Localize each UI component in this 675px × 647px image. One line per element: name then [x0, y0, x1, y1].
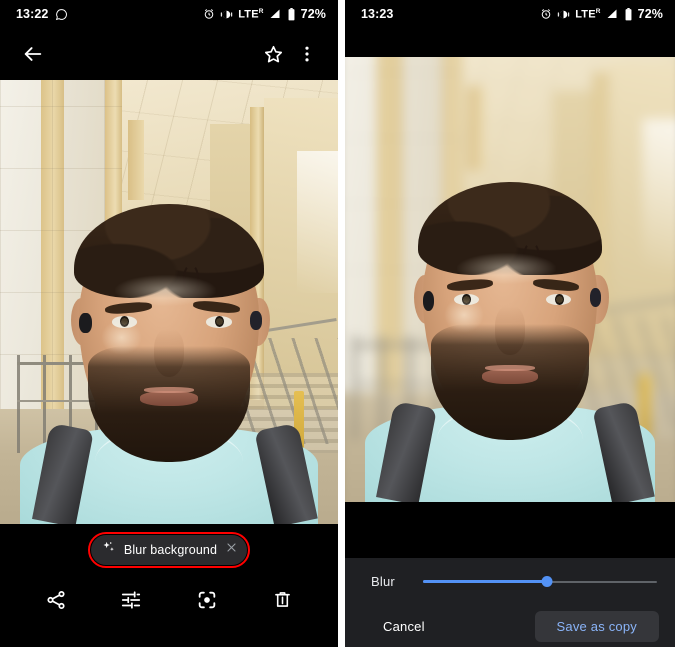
earbud-left — [79, 313, 92, 334]
right-phone-screen: 13:23 LTER 72% Blur Cancel Save as copy — [345, 0, 675, 647]
status-left-group-right: 13:23 — [361, 7, 393, 21]
photo-sharp-background — [0, 80, 338, 524]
status-time: 13:23 — [361, 7, 394, 21]
chip-highlight-outline: Blur background — [87, 532, 251, 568]
tune-sliders-icon[interactable] — [111, 580, 151, 620]
signal-bars-icon — [269, 8, 282, 20]
vibrate-icon — [220, 8, 233, 21]
left-app-bar — [0, 28, 338, 80]
suggestion-chip-row: Blur background — [0, 524, 338, 576]
save-as-copy-button[interactable]: Save as copy — [534, 610, 659, 642]
photo-subject — [345, 57, 675, 502]
alarm-icon — [540, 8, 552, 20]
status-left-group: 13:22 — [16, 7, 68, 21]
blur-slider-label: Blur — [371, 574, 395, 589]
mouth — [140, 390, 198, 406]
close-icon[interactable] — [225, 541, 238, 559]
share-icon[interactable] — [36, 580, 76, 620]
blur-slider-row: Blur — [345, 558, 675, 605]
eye-right — [206, 316, 232, 328]
status-right-group: LTER 72% — [203, 7, 326, 21]
battery-percent: 72% — [637, 7, 663, 21]
earbud-right — [250, 310, 262, 330]
whatsapp-icon — [55, 8, 68, 21]
battery-icon — [624, 7, 633, 21]
trash-icon[interactable] — [262, 580, 302, 620]
right-top-black-gap — [345, 28, 675, 57]
battery-icon — [287, 7, 296, 21]
left-phone-screen: 13:22 LTER 72% Blur background — [0, 0, 338, 647]
blur-editor-panel: Blur Cancel Save as copy — [345, 558, 675, 647]
chip-label: Blur background — [123, 543, 218, 557]
sparkle-icon — [101, 540, 116, 560]
star-outline-icon[interactable] — [256, 37, 290, 71]
left-status-bar: 13:22 LTER 72% — [0, 0, 338, 28]
blur-slider[interactable] — [423, 572, 657, 592]
vibrate-icon — [557, 8, 570, 21]
blur-background-chip[interactable]: Blur background — [90, 535, 248, 565]
dual-screenshot-comparison: 13:22 LTER 72% Blur background 13:23 LTE… — [0, 0, 675, 647]
battery-percent: 72% — [300, 7, 326, 21]
cancel-button[interactable]: Cancel — [369, 611, 439, 642]
upper-lip-highlight — [485, 364, 535, 372]
earbud-right — [589, 288, 601, 308]
alarm-icon — [203, 8, 215, 20]
editor-black-gap — [345, 502, 675, 558]
signal-bars-icon — [606, 8, 619, 20]
status-right-group-right: LTER 72% — [540, 7, 663, 21]
right-status-bar: 13:23 LTER 72% — [345, 0, 675, 28]
google-lens-icon[interactable] — [187, 580, 227, 620]
slider-thumb[interactable] — [541, 576, 553, 587]
right-photo-preview[interactable] — [345, 57, 675, 502]
network-type-label: LTER — [575, 7, 601, 21]
arrow-back-icon[interactable] — [16, 37, 50, 71]
editor-action-row: Cancel Save as copy — [345, 605, 675, 647]
network-type-label: LTER — [238, 7, 264, 21]
overflow-menu-icon[interactable] — [290, 37, 324, 71]
slider-track-fill — [423, 580, 548, 583]
panel-divider — [338, 0, 345, 647]
status-time: 13:22 — [16, 7, 49, 21]
photo-subject — [0, 80, 338, 524]
earbud-left — [422, 290, 435, 311]
left-photo-viewer[interactable] — [0, 80, 338, 524]
photo-blurred-background — [345, 57, 675, 502]
left-bottom-toolbar — [0, 576, 338, 623]
